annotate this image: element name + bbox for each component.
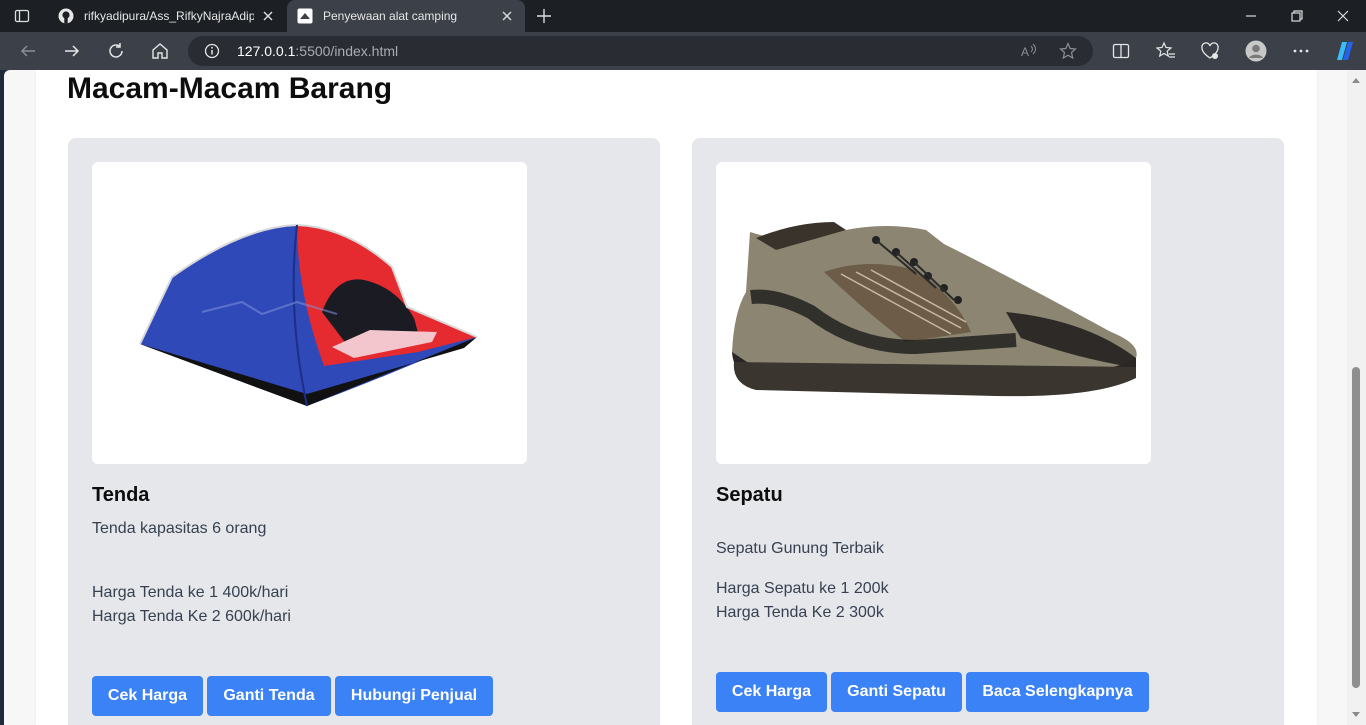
tab-github[interactable]: rifkyadipura/Ass_RifkyNajraAdipura <box>48 0 286 32</box>
restore-icon[interactable] <box>1289 8 1305 24</box>
product-image-shoe <box>716 162 1151 464</box>
product-price-2: Harga Tenda Ke 2 600k/hari <box>92 608 291 625</box>
cek-harga-button[interactable]: Cek Harga <box>92 676 203 716</box>
scroll-up-arrow-icon[interactable] <box>1352 78 1360 83</box>
favorite-star-icon[interactable] <box>1059 42 1077 60</box>
svg-text:A: A <box>1021 45 1029 59</box>
product-price-1: Harga Sepatu ke 1 200k <box>716 580 889 597</box>
product-card-sepatu: Sepatu Sepatu Gunung Terbaik Harga Sepat… <box>692 138 1284 725</box>
new-tab-icon[interactable] <box>536 8 552 24</box>
product-price-1: Harga Tenda ke 1 400k/hari <box>92 584 289 601</box>
product-name: Tenda <box>92 484 150 506</box>
product-card-tenda: Tenda Tenda kapasitas 6 orang Harga Tend… <box>68 138 660 725</box>
site-info-icon[interactable] <box>204 43 220 59</box>
tab-title: rifkyadipura/Ass_RifkyNajraAdipura <box>84 9 254 23</box>
scrollbar-thumb[interactable] <box>1352 367 1360 688</box>
url-host: 127.0.0.1 <box>237 43 296 59</box>
product-name: Sepatu <box>716 484 783 506</box>
github-icon <box>58 8 74 24</box>
browser-toolbar: 127.0.0.1:5500/index.html A <box>0 32 1366 70</box>
tab-actions-icon[interactable] <box>14 8 30 24</box>
minimize-icon[interactable] <box>1243 8 1259 24</box>
vertical-scrollbar[interactable] <box>1347 70 1366 725</box>
product-description: Tenda kapasitas 6 orang <box>92 520 267 537</box>
forward-icon[interactable] <box>63 42 81 60</box>
back-icon[interactable] <box>19 42 37 60</box>
tent-image <box>139 224 478 407</box>
page-container: Macam-Macam Barang Tenda Tenda kapasitas… <box>36 70 1317 725</box>
hubungi-penjual-button[interactable]: Hubungi Penjual <box>335 676 493 716</box>
section-title: Macam-Macam Barang <box>67 72 393 105</box>
tab-penyewaan[interactable]: Penyewaan alat camping <box>287 0 525 32</box>
product-description: Sepatu Gunung Terbaik <box>716 540 884 557</box>
url-path: :5500/index.html <box>295 43 399 59</box>
tab-title: Penyewaan alat camping <box>323 9 458 23</box>
ganti-sepatu-button[interactable]: Ganti Sepatu <box>831 672 962 712</box>
product-image-tent <box>92 162 527 464</box>
more-options-icon[interactable] <box>1291 41 1311 61</box>
read-aloud-icon[interactable]: A <box>1020 42 1038 60</box>
site-icon <box>297 8 313 24</box>
close-tab-icon[interactable] <box>499 8 515 24</box>
favorites-icon[interactable] <box>1156 41 1176 61</box>
scroll-down-arrow-icon[interactable] <box>1352 712 1360 717</box>
close-tab-icon[interactable] <box>260 8 276 24</box>
refresh-icon[interactable] <box>107 42 125 60</box>
home-icon[interactable] <box>151 42 169 60</box>
browser-essentials-icon[interactable] <box>1200 41 1220 61</box>
url-text[interactable]: 127.0.0.1:5500/index.html <box>237 43 398 59</box>
product-price-2: Harga Tenda Ke 2 300k <box>716 604 884 621</box>
baca-selengkapnya-button[interactable]: Baca Selengkapnya <box>966 672 1149 712</box>
tab-strip: rifkyadipura/Ass_RifkyNajraAdipura Penye… <box>0 0 1366 32</box>
copilot-icon[interactable] <box>1332 40 1356 62</box>
shoe-image <box>732 222 1137 397</box>
page-viewport: Macam-Macam Barang Tenda Tenda kapasitas… <box>4 70 1347 725</box>
address-bar[interactable]: 127.0.0.1:5500/index.html A <box>188 36 1093 66</box>
ganti-tenda-button[interactable]: Ganti Tenda <box>207 676 331 716</box>
split-screen-icon[interactable] <box>1111 41 1131 61</box>
close-window-icon[interactable] <box>1335 8 1351 24</box>
cek-harga-button[interactable]: Cek Harga <box>716 672 827 712</box>
profile-avatar-icon[interactable] <box>1245 40 1267 62</box>
